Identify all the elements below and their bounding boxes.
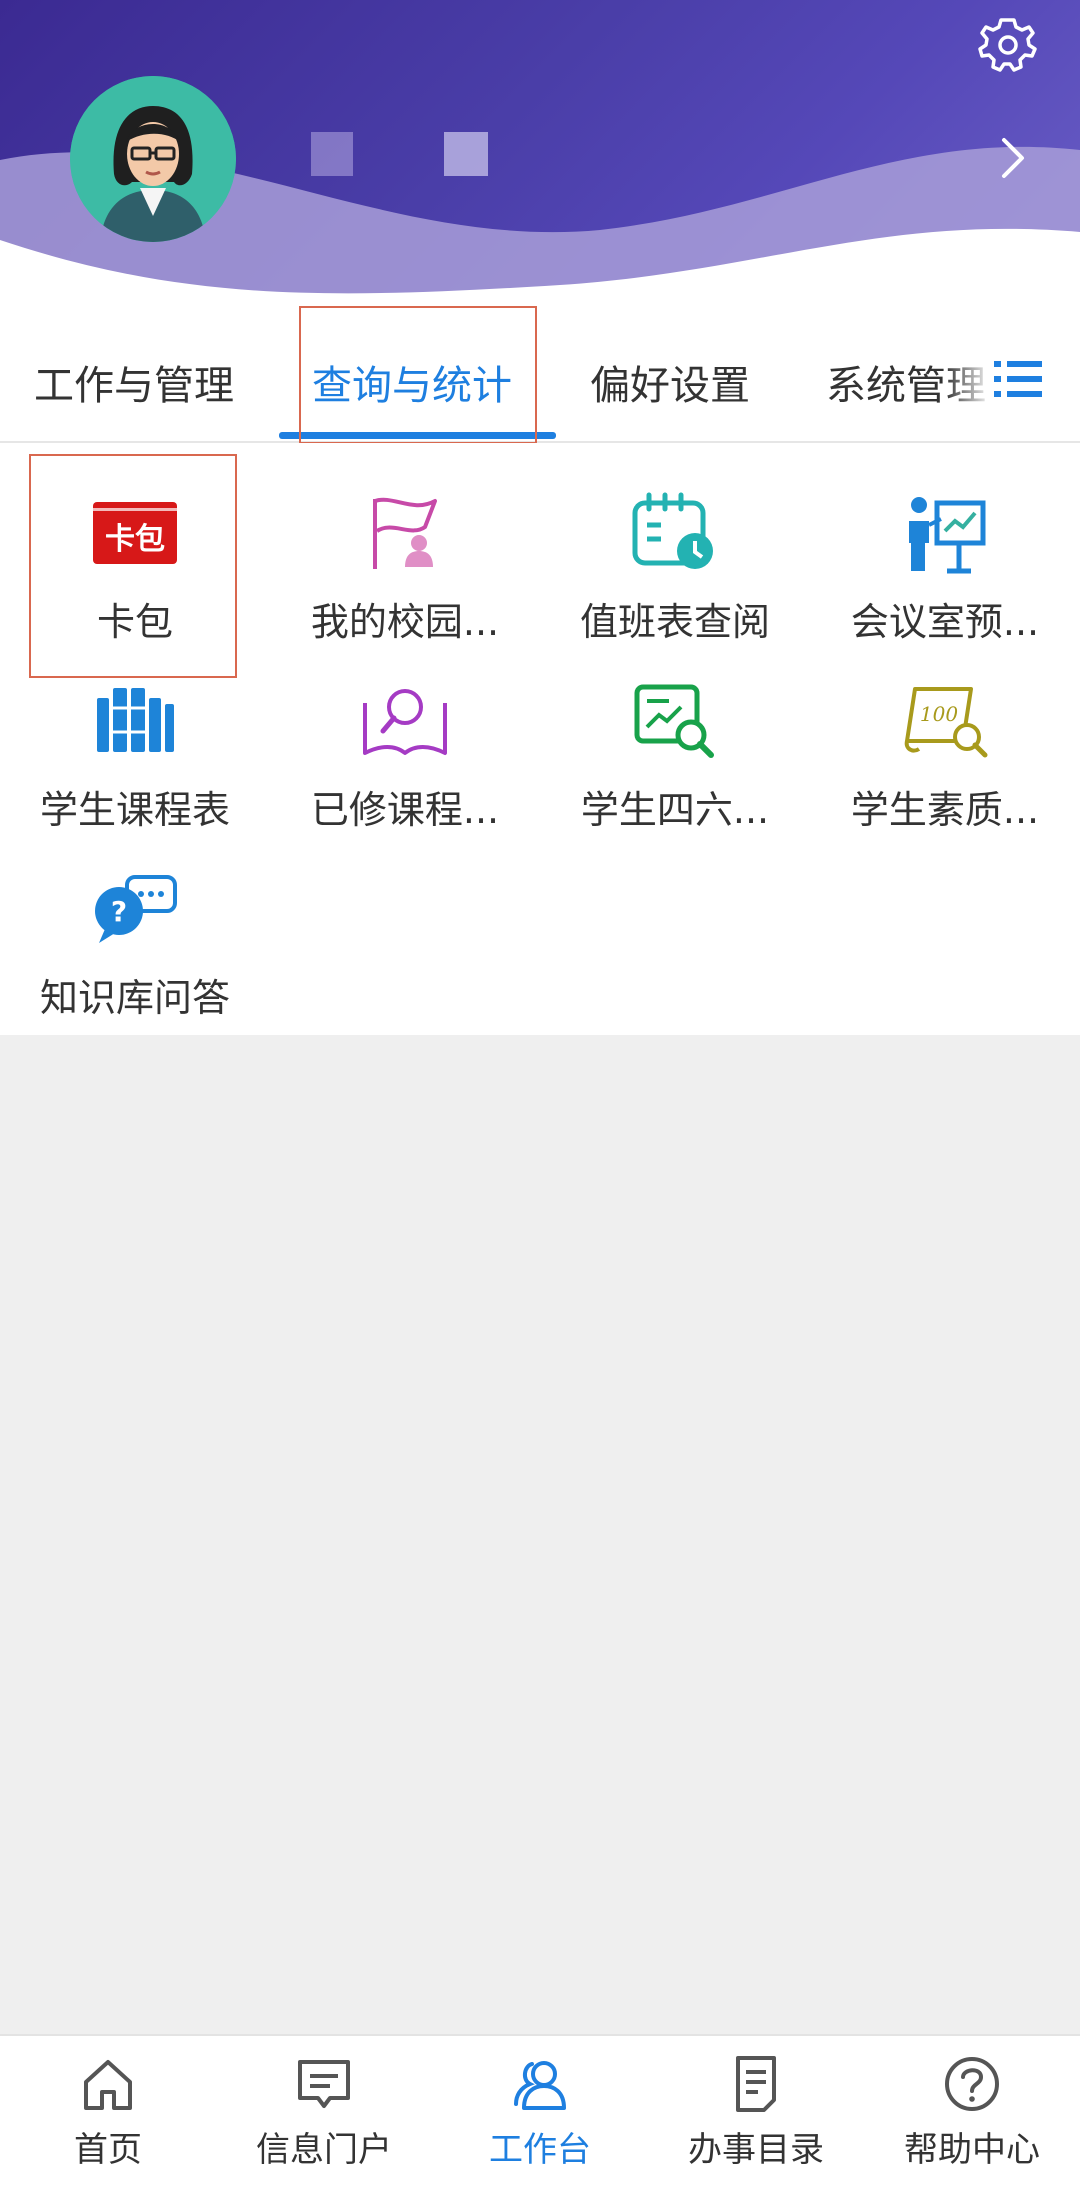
bottom-navigation: 首页 信息门户 工作台 办事目录 帮助中心 bbox=[0, 2034, 1080, 2186]
app-label: 学生四六... bbox=[580, 788, 770, 832]
book-search-icon bbox=[355, 676, 455, 766]
nav-home[interactable]: 首页 bbox=[0, 2036, 216, 2186]
nav-service-directory[interactable]: 办事目录 bbox=[648, 2036, 864, 2186]
app-completed-courses[interactable]: 已修课程... bbox=[270, 631, 540, 832]
app-knowledge-qa[interactable]: ? 知识库问答 bbox=[0, 819, 270, 1020]
tab-preferences[interactable]: 偏好设置 bbox=[590, 353, 750, 411]
duty-calendar-icon bbox=[625, 488, 725, 578]
svg-text:100: 100 bbox=[920, 702, 958, 726]
cet-search-icon bbox=[625, 676, 725, 766]
settings-button[interactable] bbox=[978, 14, 1038, 74]
profile-arrow-button[interactable] bbox=[996, 134, 1030, 182]
document-list-icon bbox=[736, 2056, 776, 2112]
nav-info-portal[interactable]: 信息门户 bbox=[216, 2036, 432, 2186]
nav-workbench[interactable]: 工作台 bbox=[432, 2036, 648, 2186]
tab-menu-button[interactable] bbox=[992, 357, 1044, 401]
meeting-room-icon bbox=[895, 488, 995, 578]
highlight-box-tab bbox=[299, 306, 537, 444]
nav-label: 信息门户 bbox=[256, 2130, 392, 2170]
qa-chat-icon: ? bbox=[85, 864, 185, 954]
workbench-users-icon bbox=[514, 2061, 566, 2110]
course-books-icon bbox=[85, 676, 185, 766]
chevron-right-icon bbox=[1002, 138, 1024, 178]
nav-label: 帮助中心 bbox=[904, 2130, 1040, 2170]
list-menu-icon bbox=[994, 361, 1042, 397]
help-icon bbox=[945, 2057, 999, 2111]
app-student-quality[interactable]: 100 学生素质... bbox=[810, 631, 1080, 832]
highlight-box-card-wallet bbox=[29, 454, 237, 678]
app-meeting-room[interactable]: 会议室预... bbox=[810, 443, 1080, 644]
avatar[interactable] bbox=[70, 76, 236, 242]
app-my-campus[interactable]: 我的校园... bbox=[270, 443, 540, 644]
nav-label: 首页 bbox=[74, 2130, 142, 2170]
nav-label: 工作台 bbox=[489, 2130, 591, 2170]
home-icon bbox=[84, 2060, 132, 2110]
score-certificate-icon: 100 bbox=[895, 676, 995, 766]
profile-header bbox=[0, 0, 1080, 305]
category-tabs: 工作与管理 查询与统计 偏好设置 系统管理 bbox=[0, 305, 1080, 443]
tab-work-management[interactable]: 工作与管理 bbox=[34, 353, 234, 411]
username-blurred bbox=[311, 132, 353, 176]
message-icon bbox=[298, 2060, 350, 2108]
app-label: 知识库问答 bbox=[39, 976, 230, 1020]
username-blurred bbox=[444, 132, 488, 176]
user-avatar-icon bbox=[70, 76, 236, 242]
campus-flag-icon bbox=[355, 488, 455, 578]
app-cet-scores[interactable]: 学生四六... bbox=[540, 631, 810, 832]
app-label: 学生素质... bbox=[850, 788, 1040, 832]
svg-text:?: ? bbox=[111, 895, 127, 928]
app-duty-schedule[interactable]: 值班表查阅 bbox=[540, 443, 810, 644]
app-label: 已修课程... bbox=[310, 788, 500, 832]
nav-label: 办事目录 bbox=[688, 2130, 824, 2170]
nav-help-center[interactable]: 帮助中心 bbox=[864, 2036, 1080, 2186]
gear-icon bbox=[978, 18, 1037, 72]
